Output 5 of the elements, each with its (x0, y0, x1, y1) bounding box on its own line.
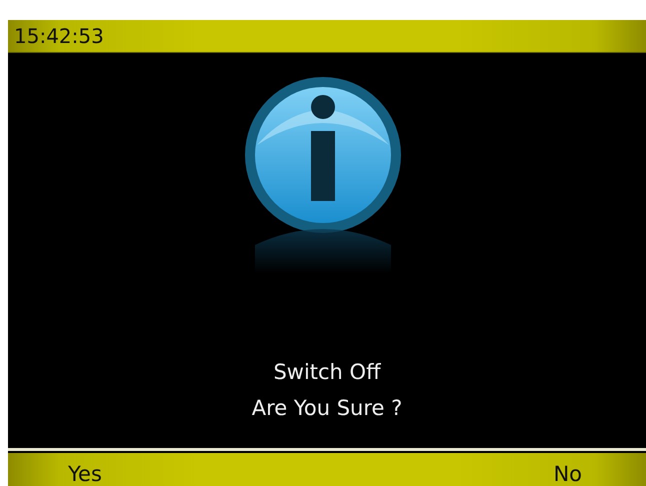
softkey-label[interactable]: No (553, 454, 582, 486)
clock-time: 15:42:53 (14, 24, 104, 48)
softkey-label[interactable]: Yes (68, 454, 102, 486)
message-text: Switch Off (273, 359, 381, 385)
message-text: Are You Sure ? (252, 395, 402, 421)
